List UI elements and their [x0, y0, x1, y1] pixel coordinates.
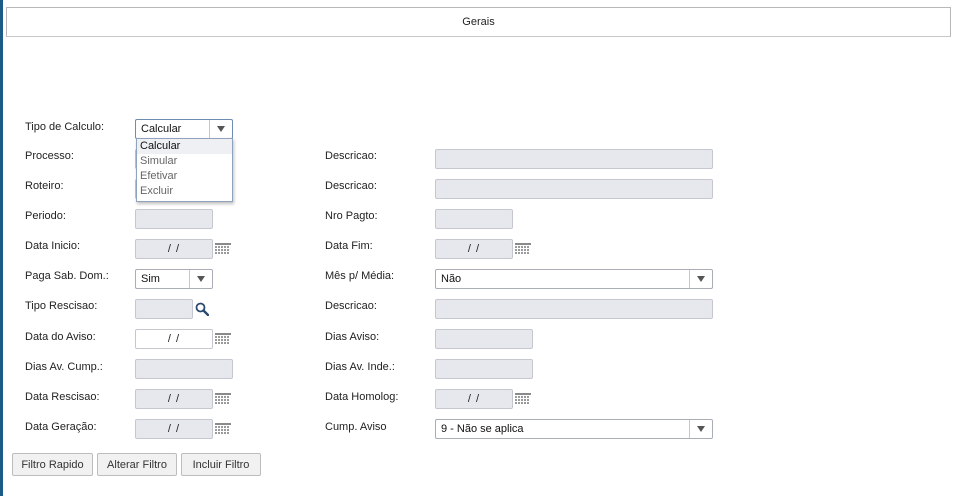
incluir-filtro-button[interactable]: Incluir Filtro [181, 453, 261, 476]
chevron-down-icon[interactable] [189, 270, 212, 288]
dropdown-option-efetivar[interactable]: Efetivar [137, 169, 232, 184]
calendar-icon[interactable] [215, 333, 231, 345]
calendar-icon[interactable] [215, 423, 231, 435]
data-rescisao-label: Data Rescisao: [25, 391, 100, 403]
descricao-rescisao-field [435, 299, 713, 319]
cump-aviso-label: Cump. Aviso [325, 421, 387, 433]
data-aviso-label: Data do Aviso: [25, 331, 96, 343]
mes-media-select[interactable]: Não [435, 269, 713, 289]
data-fim-input[interactable]: / / [435, 239, 513, 259]
paga-sab-dom-value: Sim [141, 273, 160, 285]
paga-sab-dom-label: Paga Sab. Dom.: [25, 270, 109, 282]
chevron-down-icon[interactable] [689, 420, 712, 438]
tab-gerais[interactable]: Gerais [6, 7, 951, 37]
dropdown-option-simular[interactable]: Simular [137, 154, 232, 169]
descricao-rescisao-label: Descricao: [325, 300, 377, 312]
data-inicio-label: Data Inicio: [25, 240, 81, 252]
data-homolog-label: Data Homolog: [325, 391, 399, 403]
dropdown-option-excluir[interactable]: Excluir [137, 184, 232, 199]
dias-av-cump-label: Dias Av. Cump.: [25, 361, 103, 373]
mes-media-value: Não [441, 273, 462, 285]
calendar-icon[interactable] [515, 393, 531, 405]
cump-aviso-select[interactable]: 9 - Não se aplica [435, 419, 713, 439]
calendar-icon[interactable] [515, 243, 531, 255]
dias-av-inde-input[interactable] [435, 359, 533, 379]
dias-av-inde-label: Dias Av. Inde.: [325, 361, 395, 373]
descricao-processo-label: Descricao: [325, 150, 377, 162]
tipo-rescisao-input[interactable] [135, 299, 193, 319]
descricao-roteiro-field [435, 179, 713, 199]
nro-pagto-label: Nro Pagto: [325, 210, 378, 222]
tab-gerais-label: Gerais [462, 16, 495, 28]
cump-aviso-value: 9 - Não se aplica [441, 423, 524, 435]
dias-aviso-input[interactable] [435, 329, 533, 349]
processo-label: Processo: [25, 150, 74, 162]
dropdown-option-calcular[interactable]: Calcular [137, 139, 232, 154]
data-inicio-input[interactable]: / / [135, 239, 213, 259]
periodo-input[interactable] [135, 209, 213, 229]
alterar-filtro-button[interactable]: Alterar Filtro [97, 453, 177, 476]
descricao-processo-field [435, 149, 713, 169]
tipo-calculo-dropdown-list: Calcular Simular Efetivar Excluir [136, 138, 233, 202]
calendar-icon[interactable] [215, 393, 231, 405]
periodo-label: Periodo: [25, 210, 66, 222]
tipo-calculo-label: Tipo de Calculo: [25, 121, 105, 133]
roteiro-label: Roteiro: [25, 180, 64, 192]
calendar-icon[interactable] [215, 243, 231, 255]
chevron-down-icon[interactable] [689, 270, 712, 288]
dias-av-cump-input[interactable] [135, 359, 233, 379]
mes-media-label: Mês p/ Média: [325, 270, 395, 282]
descricao-roteiro-label: Descricao: [325, 180, 377, 192]
chevron-down-icon[interactable] [209, 120, 232, 138]
data-homolog-input[interactable]: / / [435, 389, 513, 409]
filtro-rapido-button[interactable]: Filtro Rapido [12, 453, 93, 476]
tipo-calculo-select[interactable]: Calcular [135, 119, 233, 139]
paga-sab-dom-select[interactable]: Sim [135, 269, 213, 289]
data-aviso-input[interactable]: / / [135, 329, 213, 349]
tipo-calculo-value: Calcular [141, 123, 182, 135]
data-geracao-label: Data Geração: [25, 421, 97, 433]
dias-aviso-label: Dias Aviso: [325, 331, 380, 343]
data-rescisao-input[interactable]: / / [135, 389, 213, 409]
search-icon[interactable] [195, 302, 209, 316]
window-left-edge [0, 0, 3, 496]
tipo-rescisao-label: Tipo Rescisao: [25, 300, 98, 312]
data-fim-label: Data Fim: [325, 240, 373, 252]
data-geracao-input[interactable]: / / [135, 419, 213, 439]
nro-pagto-input[interactable] [435, 209, 513, 229]
